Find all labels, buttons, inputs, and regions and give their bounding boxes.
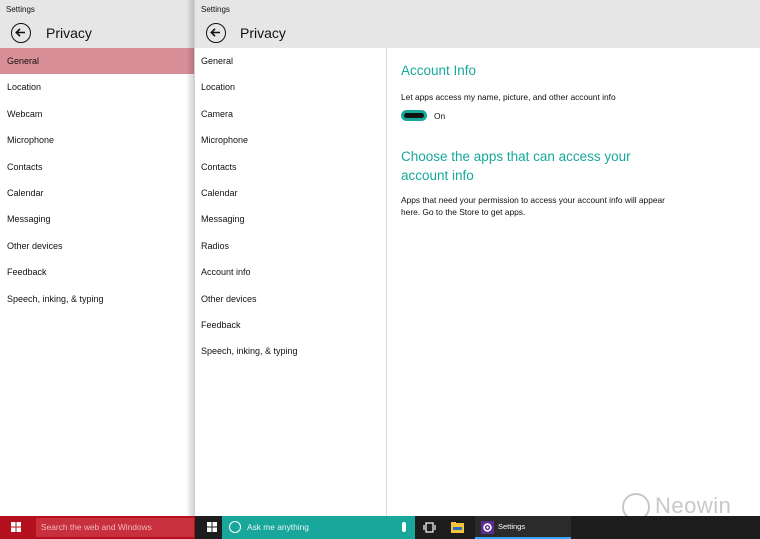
nav-item-webcam[interactable]: Webcam xyxy=(0,101,194,127)
nav-item-microphone[interactable]: Microphone xyxy=(195,127,386,153)
nav-item-camera[interactable]: Camera xyxy=(195,101,386,127)
nav-item-general[interactable]: General xyxy=(195,48,386,74)
windows-logo-icon xyxy=(11,522,21,532)
account-info-description: Let apps access my name, picture, and ot… xyxy=(401,92,616,102)
nav-item-messaging[interactable]: Messaging xyxy=(0,206,194,232)
choose-apps-description: Apps that need your permission to access… xyxy=(401,195,665,217)
cortana-circle-icon xyxy=(229,521,241,533)
task-view-icon[interactable] xyxy=(423,522,436,533)
back-arrow-icon xyxy=(210,28,220,37)
back-arrow-icon xyxy=(15,28,25,37)
left-settings-window: Settings Privacy General Location Webcam Mi… xyxy=(0,0,194,516)
nav-item-general[interactable]: General xyxy=(0,48,194,75)
nav-item-other-devices[interactable]: Other devices xyxy=(195,286,386,312)
right-settings-window: Settings Privacy General Location Camera Mi… xyxy=(195,0,760,516)
left-nav-list: General Location Webcam Microphone Contacts C… xyxy=(0,48,194,312)
left-page-title: Privacy xyxy=(46,25,92,41)
left-window-titlebar: Settings xyxy=(0,0,194,19)
pane-divider xyxy=(386,48,387,516)
nav-item-feedback[interactable]: Feedback xyxy=(0,259,194,285)
microphone-icon[interactable] xyxy=(402,522,406,532)
settings-taskbar-app[interactable]: Settings xyxy=(475,516,571,539)
account-info-title: Account Info xyxy=(401,63,477,78)
toggle-knob xyxy=(404,113,424,118)
taskbar-search-box[interactable]: Search the web and Windows xyxy=(36,518,194,537)
nav-item-messaging[interactable]: Messaging xyxy=(195,206,386,232)
right-window-titlebar: Settings xyxy=(195,0,760,19)
choose-apps-title: Choose the apps that can access your acc… xyxy=(401,149,631,183)
nav-item-calendar[interactable]: Calendar xyxy=(195,180,386,206)
windows-logo-icon xyxy=(207,522,217,532)
left-window-header: Privacy xyxy=(0,19,194,48)
nav-item-speech-inking-typing[interactable]: Speech, inking, & typing xyxy=(195,338,386,364)
toggle-state-label: On xyxy=(434,111,446,121)
right-window-header: Privacy xyxy=(195,19,760,48)
account-info-toggle[interactable] xyxy=(401,110,427,121)
cortana-search-box[interactable]: Ask me anything xyxy=(222,516,415,539)
settings-app-label: Settings xyxy=(498,522,526,531)
taskbar: Search the web and Windows Ask me anythi… xyxy=(0,516,760,539)
nav-item-radios[interactable]: Radios xyxy=(195,233,386,259)
left-back-button[interactable] xyxy=(11,23,31,43)
nav-item-speech-inking-typing[interactable]: Speech, inking, & typing xyxy=(0,286,194,312)
nav-item-calendar[interactable]: Calendar xyxy=(0,180,194,206)
right-back-button[interactable] xyxy=(206,23,226,43)
nav-item-feedback[interactable]: Feedback xyxy=(195,312,386,338)
nav-item-contacts[interactable]: Contacts xyxy=(195,154,386,180)
nav-item-contacts[interactable]: Contacts xyxy=(0,154,194,180)
cortana-placeholder: Ask me anything xyxy=(247,522,309,532)
nav-item-location[interactable]: Location xyxy=(195,74,386,100)
start-button-left[interactable] xyxy=(3,516,29,539)
nav-item-other-devices[interactable]: Other devices xyxy=(0,233,194,259)
gear-icon xyxy=(481,521,494,534)
taskbar-left-segment: Search the web and Windows xyxy=(0,516,195,539)
right-page-title: Privacy xyxy=(240,25,286,41)
nav-item-microphone[interactable]: Microphone xyxy=(0,127,194,153)
right-nav-list: General Location Camera Microphone Contacts C… xyxy=(195,48,386,365)
nav-item-location[interactable]: Location xyxy=(0,74,194,100)
file-explorer-icon[interactable] xyxy=(451,521,464,534)
nav-item-account-info[interactable]: Account info xyxy=(195,259,386,285)
